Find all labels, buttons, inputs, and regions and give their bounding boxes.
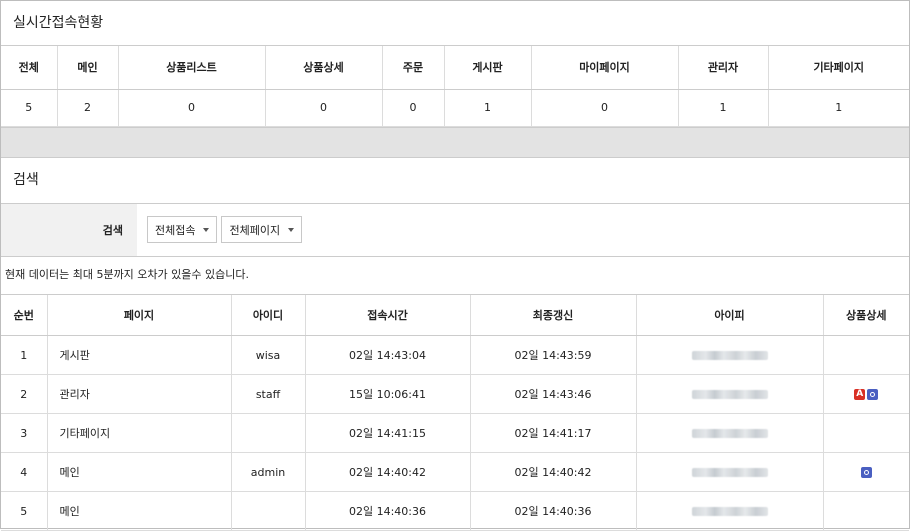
- chevron-down-icon: [203, 228, 209, 232]
- row-number: 2: [1, 375, 47, 414]
- row-user-id: admin: [231, 453, 305, 492]
- realtime-stats-table: 전체 메인 상품리스트 상품상세 주문 게시판 마이페이지 관리자 기타페이지 …: [1, 46, 909, 127]
- table-row: 3 기타페이지 02일 14:41:15 02일 14:41:17: [1, 414, 909, 453]
- masked-ip: [692, 429, 768, 438]
- row-number: 5: [1, 492, 47, 531]
- row-ip-masked: [636, 492, 823, 531]
- masked-ip: [692, 468, 768, 477]
- row-product-detail: [823, 336, 909, 375]
- row-last-updated: 02일 14:40:42: [470, 453, 636, 492]
- detail-badge-icon[interactable]: [867, 389, 878, 400]
- row-ip-masked: [636, 414, 823, 453]
- row-number: 3: [1, 414, 47, 453]
- table-row: 2 관리자 staff 15일 10:06:41 02일 14:43:46 A: [1, 375, 909, 414]
- row-user-id: [231, 492, 305, 531]
- row-last-updated: 02일 14:41:17: [470, 414, 636, 453]
- search-label: 검색: [1, 204, 137, 256]
- row-product-detail: A: [823, 375, 909, 414]
- stats-header: 상품리스트: [118, 46, 265, 89]
- row-page: 게시판: [47, 336, 231, 375]
- row-access-time: 02일 14:40:36: [305, 492, 470, 531]
- stats-header: 기타페이지: [768, 46, 909, 89]
- page-type-select-value: 전체페이지: [229, 222, 280, 238]
- row-access-time: 15일 10:06:41: [305, 375, 470, 414]
- stats-value: 1: [444, 89, 531, 126]
- row-last-updated: 02일 14:43:59: [470, 336, 636, 375]
- chevron-down-icon: [288, 228, 294, 232]
- list-header: 아이디: [231, 295, 305, 336]
- search-form: 검색 전체접속 전체페이지: [1, 203, 909, 257]
- detail-badge-icon[interactable]: [861, 467, 872, 478]
- row-page: 관리자: [47, 375, 231, 414]
- row-ip-masked: [636, 336, 823, 375]
- row-ip-masked: [636, 375, 823, 414]
- row-product-detail: [823, 492, 909, 531]
- stats-value: 0: [531, 89, 678, 126]
- access-list-table: 순번 페이지 아이디 접속시간 최종갱신 아이피 상품상세 1 게시판 wisa…: [1, 295, 909, 531]
- masked-ip: [692, 390, 768, 399]
- row-last-updated: 02일 14:43:46: [470, 375, 636, 414]
- masked-ip: [692, 507, 768, 516]
- table-row: 4 메인 admin 02일 14:40:42 02일 14:40:42: [1, 453, 909, 492]
- search-controls: 전체접속 전체페이지: [137, 204, 302, 256]
- stats-header: 메인: [57, 46, 118, 89]
- list-header: 순번: [1, 295, 47, 336]
- row-page: 메인: [47, 453, 231, 492]
- stats-header-row: 전체 메인 상품리스트 상품상세 주문 게시판 마이페이지 관리자 기타페이지: [1, 46, 909, 89]
- row-access-time: 02일 14:41:15: [305, 414, 470, 453]
- stats-value: 1: [678, 89, 768, 126]
- list-header: 아이피: [636, 295, 823, 336]
- section-divider: [1, 127, 909, 158]
- row-ip-masked: [636, 453, 823, 492]
- row-user-id: staff: [231, 375, 305, 414]
- table-row: 5 메인 02일 14:40:36 02일 14:40:36: [1, 492, 909, 531]
- list-header: 접속시간: [305, 295, 470, 336]
- stats-value: 2: [57, 89, 118, 126]
- page-type-select[interactable]: 전체페이지: [221, 216, 302, 243]
- data-delay-notice: 현재 데이터는 최대 5분까지 오차가 있을수 있습니다.: [1, 257, 909, 295]
- list-header-row: 순번 페이지 아이디 접속시간 최종갱신 아이피 상품상세: [1, 295, 909, 336]
- access-type-select[interactable]: 전체접속: [147, 216, 217, 243]
- stats-value: 1: [768, 89, 909, 126]
- row-access-time: 02일 14:40:42: [305, 453, 470, 492]
- stats-value-row: 5 2 0 0 0 1 0 1 1: [1, 89, 909, 126]
- stats-header: 주문: [382, 46, 444, 89]
- stats-value: 0: [382, 89, 444, 126]
- row-product-detail: [823, 453, 909, 492]
- stats-header: 게시판: [444, 46, 531, 89]
- row-user-id: [231, 414, 305, 453]
- row-last-updated: 02일 14:40:36: [470, 492, 636, 531]
- list-header: 최종갱신: [470, 295, 636, 336]
- row-number: 1: [1, 336, 47, 375]
- realtime-section-title: 실시간접속현황: [1, 1, 909, 46]
- search-section-title: 검색: [1, 158, 909, 203]
- row-page: 기타페이지: [47, 414, 231, 453]
- row-user-id: wisa: [231, 336, 305, 375]
- stats-header: 관리자: [678, 46, 768, 89]
- row-page: 메인: [47, 492, 231, 531]
- realtime-access-panel: 실시간접속현황 전체 메인 상품리스트 상품상세 주문 게시판 마이페이지 관리…: [0, 0, 910, 529]
- admin-badge-icon[interactable]: A: [854, 389, 865, 400]
- access-type-select-value: 전체접속: [155, 222, 195, 238]
- stats-value: 5: [1, 89, 57, 126]
- row-number: 4: [1, 453, 47, 492]
- row-product-detail: [823, 414, 909, 453]
- list-header: 상품상세: [823, 295, 909, 336]
- list-header: 페이지: [47, 295, 231, 336]
- table-row: 1 게시판 wisa 02일 14:43:04 02일 14:43:59: [1, 336, 909, 375]
- stats-header: 마이페이지: [531, 46, 678, 89]
- stats-header: 전체: [1, 46, 57, 89]
- stats-header: 상품상세: [265, 46, 382, 89]
- row-access-time: 02일 14:43:04: [305, 336, 470, 375]
- stats-value: 0: [265, 89, 382, 126]
- masked-ip: [692, 351, 768, 360]
- stats-value: 0: [118, 89, 265, 126]
